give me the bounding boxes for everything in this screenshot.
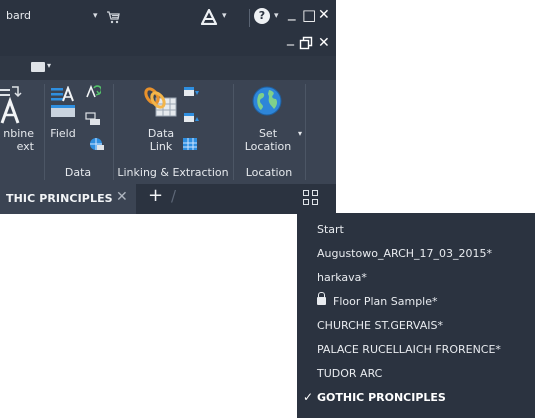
download-from-source-icon[interactable] [183,86,201,103]
insert-field-small-icon[interactable] [85,112,101,129]
hyperlink-globe-icon[interactable] [88,136,104,155]
upload-to-source-icon[interactable] [183,112,201,129]
data-panel-title: Data [64,166,92,179]
field-icon[interactable] [50,85,76,118]
close-button[interactable]: ✕ [318,7,330,23]
document-controls-bar [0,36,336,56]
maximize-button[interactable]: □ [302,7,316,23]
autocad-window: bard ▾ ▾ ? ▾ _ □ ✕ _ ✕ ▾ nbine ext Field… [0,0,336,214]
menu-item-tudor-arc[interactable]: TUDOR ARC [297,362,535,386]
menu-item-harkava[interactable]: harkava* [297,266,535,290]
globe-icon[interactable] [251,85,283,120]
open-drawings-menu: Start Augustowo_ARCH_17_03_2015* harkava… [297,213,535,418]
data-link-icon[interactable] [144,86,178,120]
panel-separator [44,84,45,180]
doc-restore-button[interactable] [299,36,313,54]
set-location-dropdown-icon[interactable]: ▾ [298,127,302,140]
qa-dropdown-icon[interactable]: ▾ [93,11,98,21]
panel-separator [305,84,306,180]
title-bar [0,0,336,36]
menu-item-gothic-proncples[interactable]: ✓ GOTHIC PRONCIPLES [297,386,535,410]
menu-item-floor-plan-sample[interactable]: Floor Plan Sample* [297,290,535,314]
a360-dropdown-icon[interactable]: ▾ [222,11,227,21]
menu-item-churche-st-gervais[interactable]: CHURCHE ST.GERVAIS* [297,314,535,338]
help-icon[interactable]: ? [254,8,270,24]
ribbon-minimize-toggle[interactable] [31,62,45,72]
set-location-label[interactable]: Set Location ▾ [236,127,302,153]
lock-icon [317,292,326,305]
titlebar-separator [249,9,250,27]
minimize-button[interactable]: _ [288,4,296,20]
close-icon[interactable]: ✕ [116,189,128,205]
help-dropdown-icon[interactable]: ▾ [274,11,279,21]
update-fields-icon[interactable] [85,84,103,102]
linking-extraction-panel-title: Linking & Extraction [117,166,229,179]
doc-minimize-button[interactable]: _ [287,30,294,46]
location-panel-title: Location [245,166,293,179]
data-link-label[interactable]: Data Link [140,127,182,153]
window-title: bard [6,9,32,22]
file-tabs-list-icon[interactable] [303,190,319,206]
shopping-cart-icon[interactable] [106,10,120,24]
menu-item-palace-rucellaich[interactable]: PALACE RUCELLAICH FRORENCE* [297,338,535,362]
doc-close-button[interactable]: ✕ [318,35,330,51]
combine-text-icon[interactable] [0,85,34,125]
tab-divider: / [171,187,177,205]
combine-text-label[interactable]: nbine ext [0,127,34,153]
checkmark-icon: ✓ [303,390,314,404]
menu-item-start[interactable]: Start [297,218,535,242]
menu-item-augustowo[interactable]: Augustowo_ARCH_17_03_2015* [297,242,535,266]
field-button-label[interactable]: Field [48,127,78,140]
extract-data-icon[interactable] [181,136,199,155]
file-tab-label[interactable]: THIC PRINCIPLES [6,192,113,205]
ribbon-minimize-caret-icon[interactable]: ▾ [47,61,51,70]
autodesk-a360-icon[interactable] [200,8,218,26]
new-tab-icon[interactable]: + [148,185,163,206]
